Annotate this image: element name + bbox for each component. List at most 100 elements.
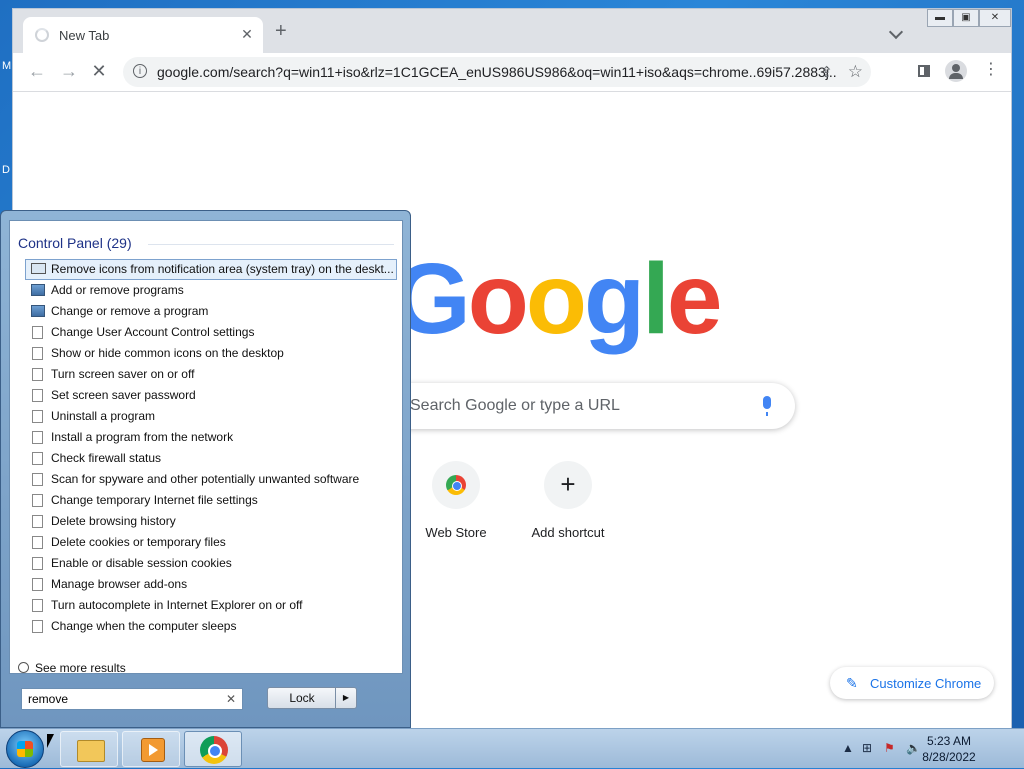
list-item[interactable]: Remove icons from notification area (sys…: [25, 259, 397, 280]
see-more-label: See more results: [35, 661, 126, 675]
maximize-button[interactable]: ▣: [953, 9, 979, 27]
document-icon: [32, 473, 43, 486]
document-icon: [32, 578, 43, 591]
list-item[interactable]: Change or remove a program: [26, 301, 396, 322]
list-item[interactable]: Add or remove programs: [26, 280, 396, 301]
back-icon[interactable]: ←: [27, 62, 47, 80]
document-icon: [32, 494, 43, 507]
share-icon[interactable]: ⇪: [820, 63, 833, 81]
start-search-input[interactable]: [26, 691, 220, 707]
header-divider: [148, 244, 394, 245]
google-logo: Google: [393, 243, 722, 355]
pencil-icon: ✎: [846, 675, 858, 691]
customize-label: Customize Chrome: [870, 676, 982, 691]
clear-search-icon[interactable]: ✕: [226, 692, 236, 706]
loading-spinner-icon: [35, 28, 49, 42]
list-item[interactable]: Manage browser add-ons: [26, 574, 396, 595]
customize-chrome-button[interactable]: ✎ Customize Chrome: [830, 667, 994, 699]
document-icon: [32, 599, 43, 612]
monitor-icon: [31, 263, 46, 274]
taskbar-explorer-button[interactable]: [60, 731, 118, 767]
list-item[interactable]: Change User Account Control settings: [26, 322, 396, 343]
see-more-results-link[interactable]: See more results: [18, 661, 126, 675]
profile-avatar-icon[interactable]: [945, 60, 967, 82]
tab-title: New Tab: [59, 28, 110, 43]
document-icon: [32, 431, 43, 444]
web-store-icon: [446, 475, 466, 495]
document-icon: [32, 620, 43, 633]
taskbar-chrome-button[interactable]: [184, 731, 242, 767]
shortcut-label: Web Store: [425, 525, 487, 540]
clock-time: 5:23 AM: [926, 734, 972, 748]
action-center-flag-icon[interactable]: ⚑: [884, 741, 895, 755]
start-menu-bottom: ✕ Lock ▶: [9, 676, 403, 724]
list-item[interactable]: Delete cookies or temporary files: [26, 532, 396, 553]
close-window-button[interactable]: ✕: [979, 9, 1011, 27]
voice-search-icon[interactable]: [763, 396, 771, 416]
new-tab-button[interactable]: +: [275, 21, 287, 41]
media-player-icon: [141, 738, 165, 762]
list-item[interactable]: Show or hide common icons on the desktop: [26, 343, 396, 364]
list-item[interactable]: Scan for spyware and other potentially u…: [26, 469, 396, 490]
clock-date: 8/28/2022: [922, 750, 976, 764]
document-icon: [32, 389, 43, 402]
taskbar-media-player-button[interactable]: [122, 731, 180, 767]
address-bar[interactable]: i google.com/search?q=win11+iso&rlz=1C1G…: [123, 57, 871, 87]
document-icon: [32, 452, 43, 465]
address-url[interactable]: google.com/search?q=win11+iso&rlz=1C1GCE…: [157, 64, 837, 80]
start-search-field[interactable]: ✕: [21, 688, 243, 710]
list-item[interactable]: Install a program from the network: [26, 427, 396, 448]
start-menu: Control Panel (29) Remove icons from not…: [0, 210, 411, 728]
document-icon: [32, 410, 43, 423]
list-item[interactable]: Check firewall status: [26, 448, 396, 469]
tab-new-tab[interactable]: New Tab ✕: [23, 17, 263, 53]
network-icon[interactable]: ⊞: [862, 741, 872, 755]
shutdown-options-arrow-icon[interactable]: ▶: [335, 688, 356, 708]
document-icon: [32, 347, 43, 360]
site-info-icon[interactable]: i: [133, 64, 147, 78]
shortcut-label: Add shortcut: [531, 525, 605, 540]
list-item[interactable]: Change temporary Internet file settings: [26, 490, 396, 511]
programs-icon: [31, 284, 45, 296]
tab-close-icon[interactable]: ✕: [239, 26, 255, 43]
desktop-label-m: M: [2, 60, 12, 72]
plus-icon: +: [560, 469, 576, 499]
bookmark-star-icon[interactable]: ☆: [848, 62, 863, 82]
chrome-icon: [200, 736, 228, 764]
desktop-label-d: D: [2, 164, 10, 176]
search-results-panel: Control Panel (29) Remove icons from not…: [9, 220, 403, 675]
shortcut-web-store[interactable]: Web Store: [411, 461, 501, 540]
browser-toolbar: ← → ✕ i google.com/search?q=win11+iso&rl…: [13, 53, 1011, 92]
document-icon: [32, 557, 43, 570]
results-group-header[interactable]: Control Panel (29): [18, 235, 132, 251]
list-item[interactable]: Delete browsing history: [26, 511, 396, 532]
list-item[interactable]: Turn autocomplete in Internet Explorer o…: [26, 595, 396, 616]
lock-button[interactable]: Lock ▶: [267, 687, 357, 709]
side-panel-icon[interactable]: [918, 65, 930, 77]
show-hidden-icons-arrow-icon[interactable]: ▲: [842, 741, 854, 755]
shortcut-add[interactable]: + Add shortcut: [523, 461, 613, 540]
list-item[interactable]: Set screen saver password: [26, 385, 396, 406]
programs-icon: [31, 305, 45, 317]
search-placeholder: Search Google or type a URL: [410, 397, 620, 414]
taskbar: ▲ ⊞ ⚑ 🔈 5:23 AM 8/28/2022: [0, 728, 1024, 768]
lock-label: Lock: [289, 691, 315, 705]
windows-logo-icon: [17, 741, 33, 757]
tab-strip: New Tab ✕ + ▬ ▣ ✕: [13, 9, 1011, 53]
taskbar-clock[interactable]: 5:23 AM 8/28/2022: [914, 733, 984, 765]
start-button[interactable]: [6, 730, 44, 768]
stop-icon[interactable]: ✕: [89, 62, 109, 80]
list-item[interactable]: Enable or disable session cookies: [26, 553, 396, 574]
list-item[interactable]: Turn screen saver on or off: [26, 364, 396, 385]
document-icon: [32, 515, 43, 528]
chrome-menu-icon[interactable]: ⋮: [983, 62, 999, 78]
search-icon: [18, 662, 29, 673]
list-item[interactable]: Uninstall a program: [26, 406, 396, 427]
forward-icon[interactable]: →: [59, 62, 79, 80]
document-icon: [32, 368, 43, 381]
document-icon: [32, 326, 43, 339]
list-item[interactable]: Change when the computer sleeps: [26, 616, 396, 637]
folder-icon: [77, 740, 105, 762]
minimize-button[interactable]: ▬: [927, 9, 953, 27]
tab-search-chevron-icon[interactable]: [888, 24, 904, 40]
